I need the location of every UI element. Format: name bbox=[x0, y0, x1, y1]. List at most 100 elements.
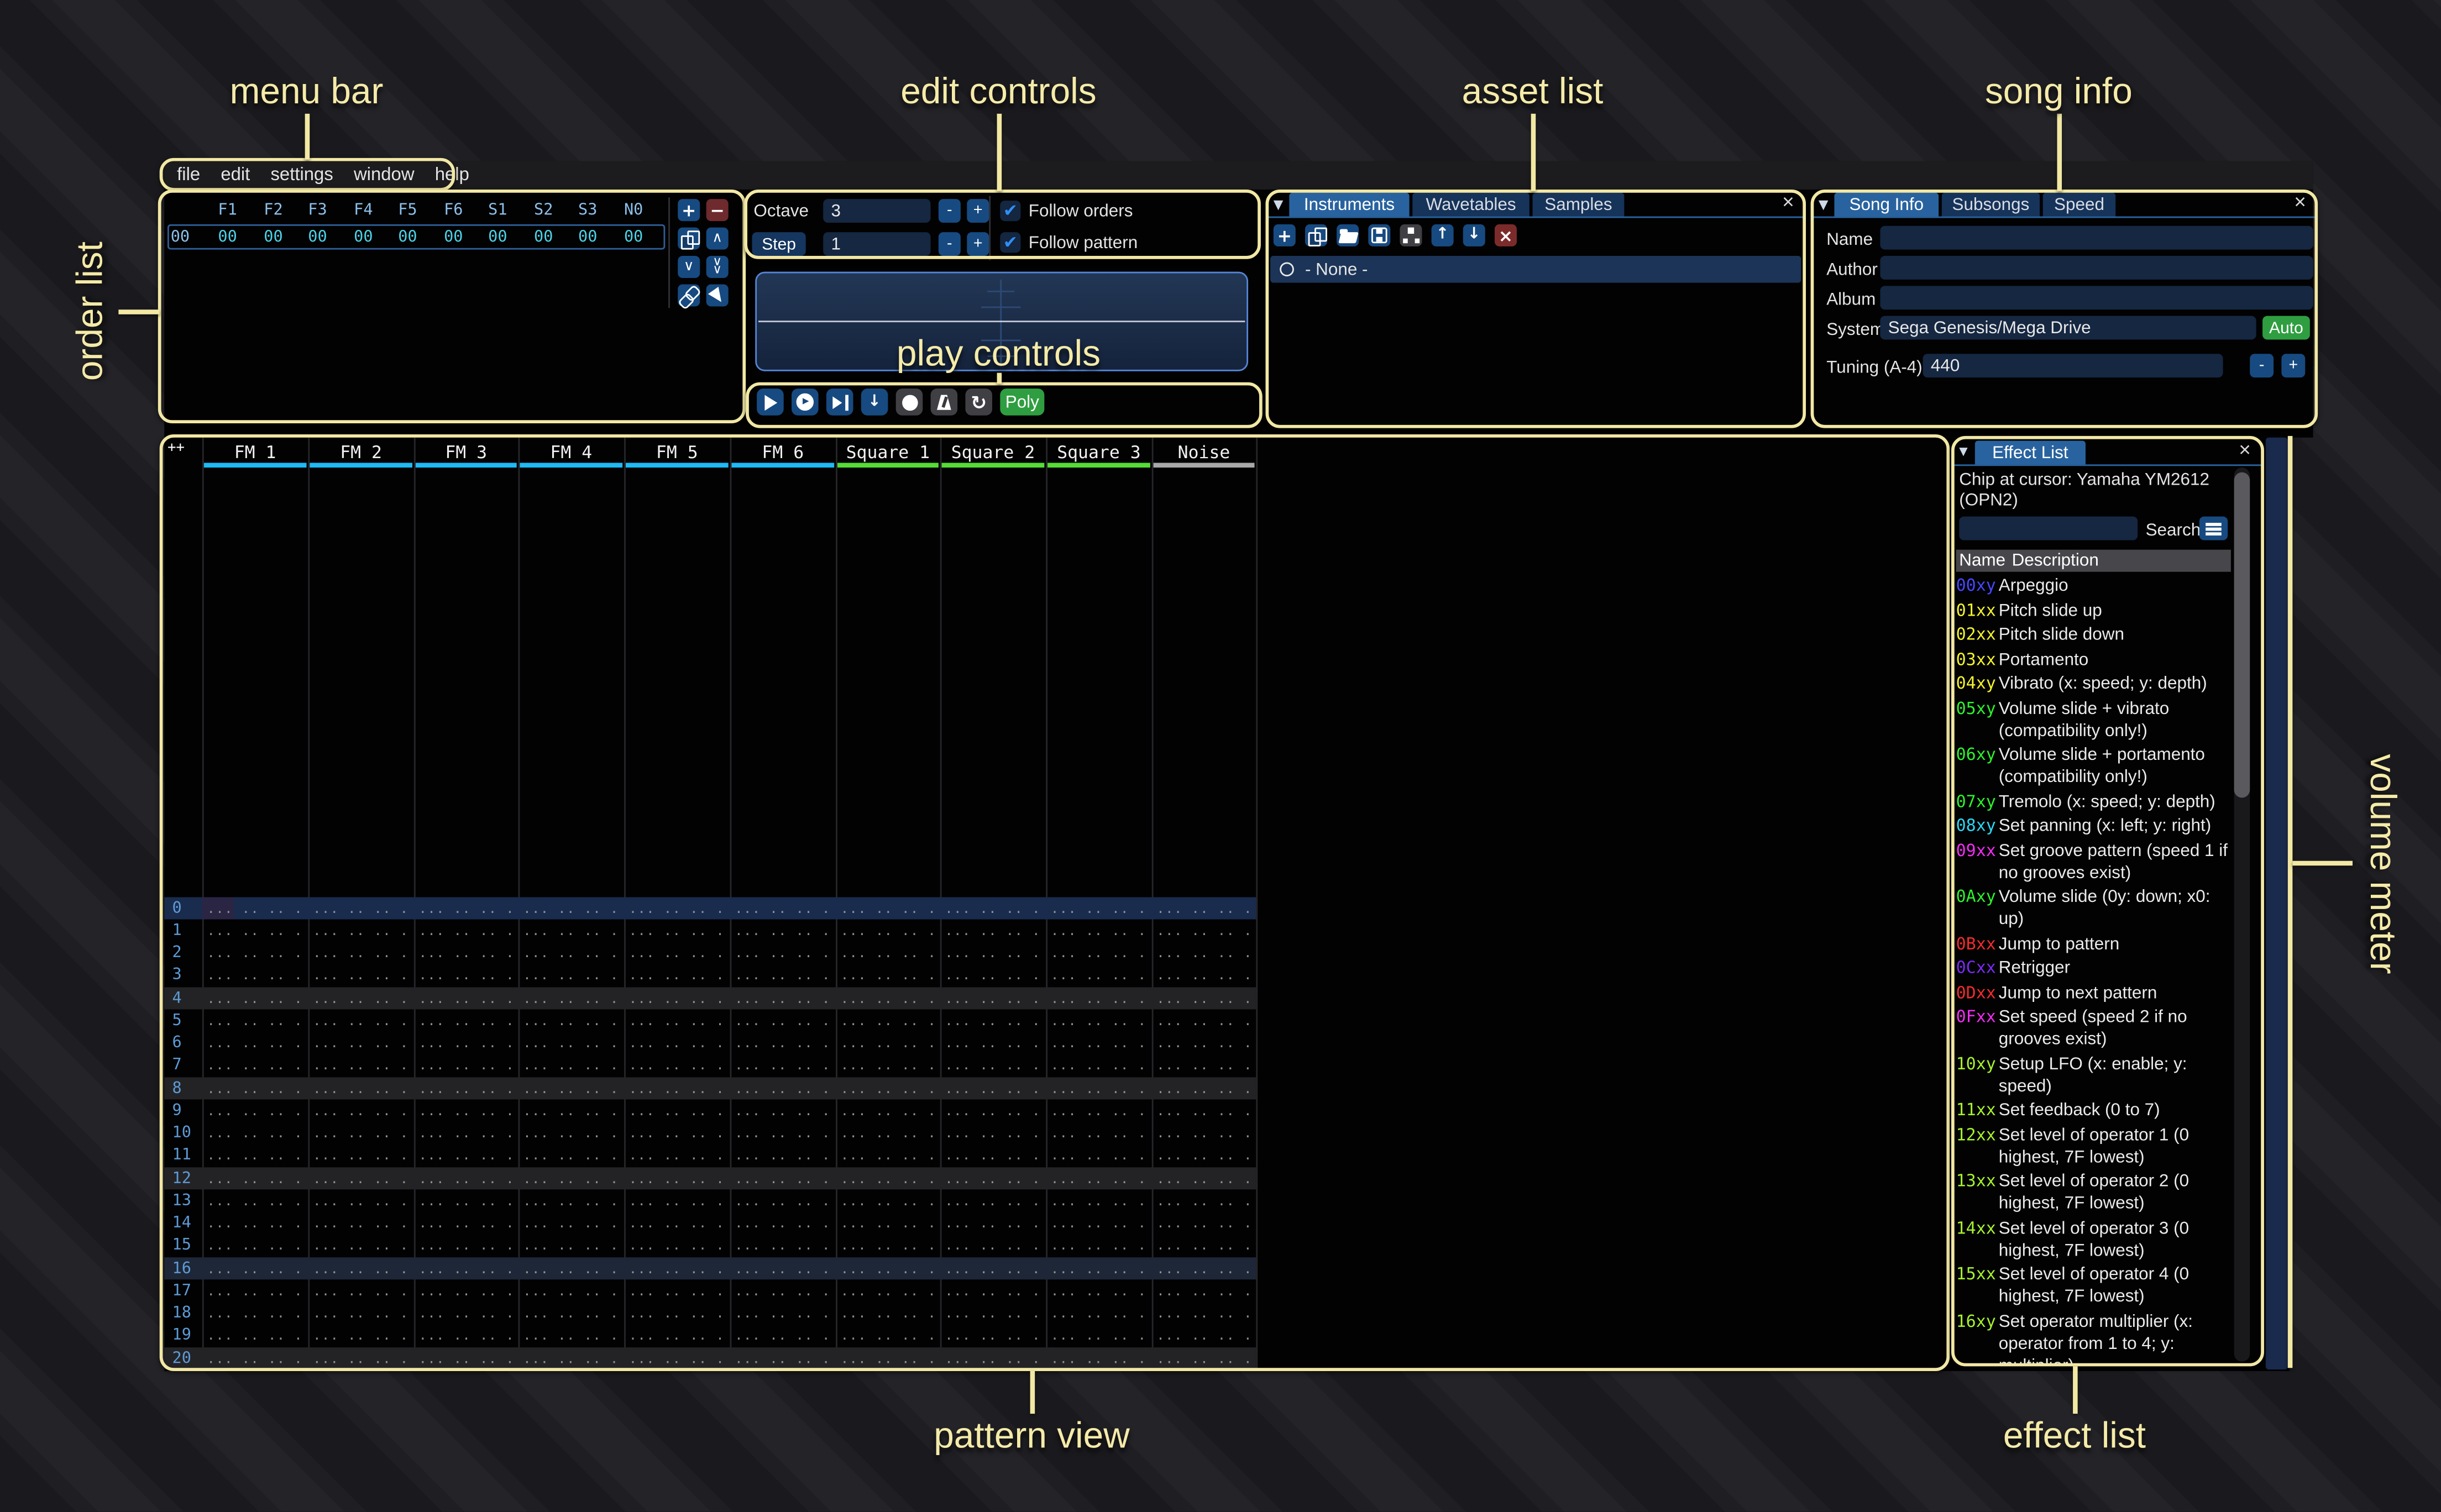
pattern-cell[interactable]: ... .. .. .. .. bbox=[313, 1059, 411, 1075]
pattern-row-number[interactable]: 16 bbox=[172, 1259, 191, 1277]
order-add-button[interactable]: + bbox=[678, 199, 700, 221]
menu-item-file[interactable]: file bbox=[177, 166, 200, 185]
tab-samples[interactable]: Samples bbox=[1533, 193, 1625, 217]
octave-decrement-button[interactable]: - bbox=[939, 199, 961, 223]
pattern-cell[interactable]: ... .. .. .. .. bbox=[523, 1329, 621, 1345]
pattern-cell[interactable]: ... .. .. .. .. bbox=[207, 1082, 305, 1098]
octave-increment-button[interactable]: + bbox=[967, 199, 989, 223]
pattern-cell[interactable]: ... .. .. .. .. bbox=[735, 1014, 832, 1030]
pattern-row-number[interactable]: 5 bbox=[172, 1012, 182, 1029]
pattern-cell[interactable]: ... .. .. .. .. bbox=[1051, 946, 1149, 962]
pattern-cell[interactable]: ... .. .. .. .. bbox=[1156, 1059, 1253, 1075]
asset-open-button[interactable] bbox=[1337, 224, 1359, 246]
pattern-cell[interactable]: ... .. .. .. .. bbox=[418, 1284, 515, 1300]
menu-item-help[interactable]: help bbox=[435, 166, 469, 185]
pattern-cell[interactable]: ... .. .. .. .. bbox=[629, 1194, 727, 1210]
play-button[interactable] bbox=[757, 389, 784, 416]
pattern-cell[interactable]: ... .. .. .. .. bbox=[629, 1126, 727, 1142]
pattern-cell[interactable]: ... .. .. .. .. bbox=[841, 1329, 937, 1345]
pattern-row-number[interactable]: 11 bbox=[172, 1147, 191, 1164]
pattern-cell[interactable]: ... .. .. .. .. bbox=[945, 1306, 1043, 1322]
effect-row[interactable]: 0AxyVolume slide (0y: down; x0: up) bbox=[1956, 886, 2234, 931]
pattern-cell[interactable]: ... .. .. .. .. bbox=[1156, 1104, 1253, 1120]
pattern-cell[interactable]: ... .. .. .. .. bbox=[735, 1082, 832, 1098]
order-cell[interactable]: 00 bbox=[344, 229, 383, 246]
tab-wavetables[interactable]: Wavetables bbox=[1412, 193, 1529, 217]
pattern-row-number[interactable]: 14 bbox=[172, 1215, 191, 1232]
pattern-cell[interactable]: ... .. .. .. .. bbox=[418, 1036, 515, 1052]
pattern-cell[interactable]: ... .. .. .. .. bbox=[523, 1104, 621, 1120]
pattern-cell[interactable]: ... .. .. .. .. bbox=[629, 1059, 727, 1075]
channel-header-fm-4[interactable]: FM 4 bbox=[518, 442, 625, 463]
order-move-up-button[interactable]: ∧ bbox=[706, 228, 729, 250]
pattern-cell[interactable]: ... .. .. .. .. bbox=[1156, 1082, 1253, 1098]
effect-row[interactable]: 12xxSet level of operator 1 (0 highest, … bbox=[1956, 1124, 2234, 1168]
asset-toggle-folders-button[interactable] bbox=[1400, 224, 1422, 246]
pattern-row-number[interactable]: 1 bbox=[172, 922, 182, 939]
collapse-icon[interactable]: ▼ bbox=[1274, 197, 1284, 212]
pattern-cell[interactable]: ... .. .. .. .. bbox=[418, 923, 515, 939]
pattern-cell[interactable]: ... .. .. .. .. bbox=[1156, 1306, 1253, 1322]
author-input[interactable] bbox=[1880, 256, 2313, 280]
pattern-cell[interactable]: ... .. .. .. .. bbox=[313, 1082, 411, 1098]
order-cell[interactable]: 00 bbox=[208, 229, 247, 246]
menu-item-window[interactable]: window bbox=[354, 166, 415, 185]
effect-row[interactable]: 0CxxRetrigger bbox=[1956, 957, 2234, 979]
effect-row[interactable]: 15xxSet level of operator 4 (0 highest, … bbox=[1956, 1264, 2234, 1308]
order-unlink-button[interactable] bbox=[678, 284, 700, 306]
pattern-cell[interactable]: ... .. .. .. .. bbox=[313, 1329, 411, 1345]
pattern-cell[interactable]: ... .. .. .. .. bbox=[523, 1216, 621, 1232]
pattern-cell[interactable]: ... .. .. .. .. bbox=[313, 1194, 411, 1210]
pattern-cell[interactable]: ... .. .. .. .. bbox=[841, 1014, 937, 1030]
effect-row[interactable]: 04xyVibrato (x: speed; y: depth) bbox=[1956, 673, 2234, 695]
order-cell[interactable]: 00 bbox=[254, 229, 292, 246]
pattern-cell[interactable]: ... .. .. .. .. bbox=[418, 1329, 515, 1345]
pattern-cell[interactable]: ... .. .. .. .. bbox=[629, 1306, 727, 1322]
pattern-cell[interactable]: ... .. .. .. .. bbox=[523, 1149, 621, 1165]
pattern-cell[interactable]: ... .. .. .. .. bbox=[207, 946, 305, 962]
pattern-cell[interactable]: ... .. .. .. .. bbox=[1156, 1014, 1253, 1030]
system-input[interactable]: Sega Genesis/Mega Drive bbox=[1880, 316, 2256, 340]
pattern-cell[interactable]: ... .. .. .. .. bbox=[313, 1239, 411, 1255]
pattern-corner[interactable]: ++ bbox=[167, 440, 185, 456]
pattern-cell[interactable]: ... .. .. .. .. bbox=[523, 1126, 621, 1142]
pattern-cell[interactable]: ... .. .. .. .. bbox=[207, 1329, 305, 1345]
asset-duplicate-button[interactable] bbox=[1305, 224, 1327, 246]
channel-header-noise[interactable]: Noise bbox=[1152, 442, 1256, 463]
effect-row[interactable]: 07xyTremolo (x: speed; y: depth) bbox=[1956, 791, 2234, 813]
order-cursor-button[interactable] bbox=[706, 284, 729, 306]
effect-row[interactable]: 0FxxSet speed (speed 2 if no grooves exi… bbox=[1956, 1006, 2234, 1051]
effect-row[interactable]: 03xxPortamento bbox=[1956, 648, 2234, 670]
pattern-row-number[interactable]: 15 bbox=[172, 1237, 191, 1254]
pattern-cell[interactable]: ... .. .. .. .. bbox=[313, 1306, 411, 1322]
pattern-row-number[interactable]: 7 bbox=[172, 1057, 182, 1074]
pattern-cell[interactable]: ... .. .. .. .. bbox=[523, 1036, 621, 1052]
pattern-cell[interactable]: ... .. .. .. .. bbox=[841, 1104, 937, 1120]
pattern-cell[interactable]: ... .. .. .. .. bbox=[207, 1126, 305, 1142]
pattern-cell[interactable]: ... .. .. .. .. bbox=[841, 1126, 937, 1142]
tuning-increment-button[interactable]: + bbox=[2281, 354, 2305, 377]
name-input[interactable] bbox=[1880, 226, 2313, 250]
tab-instruments[interactable]: Instruments bbox=[1289, 193, 1409, 217]
order-row-index[interactable]: 00 bbox=[171, 229, 190, 246]
pattern-cell[interactable]: ... .. .. .. .. bbox=[735, 1239, 832, 1255]
pattern-cell[interactable]: ... .. .. .. .. bbox=[207, 1216, 305, 1232]
pattern-cell[interactable]: ... .. .. .. .. bbox=[313, 1216, 411, 1232]
tab-subsongs[interactable]: Subsongs bbox=[1942, 193, 2040, 217]
pattern-cell[interactable]: ... .. .. .. .. bbox=[1156, 923, 1253, 939]
pattern-cell[interactable]: ... .. .. .. .. bbox=[523, 923, 621, 939]
octave-input[interactable]: 3 bbox=[823, 199, 930, 223]
pattern-cell[interactable]: ... .. .. .. .. bbox=[1051, 1216, 1149, 1232]
pattern-cell[interactable]: ... .. .. .. .. bbox=[841, 991, 937, 1007]
pattern-cell[interactable]: ... .. .. .. .. bbox=[1051, 1171, 1149, 1187]
order-cell[interactable]: 00 bbox=[434, 229, 473, 246]
channel-header-fm-2[interactable]: FM 2 bbox=[308, 442, 414, 463]
pattern-cell[interactable]: ... .. .. .. .. bbox=[735, 946, 832, 962]
pattern-cell[interactable]: ... .. .. .. .. bbox=[735, 1261, 832, 1277]
pattern-cell[interactable]: ... .. .. .. .. bbox=[1156, 1149, 1253, 1165]
pattern-row-number[interactable]: 17 bbox=[172, 1282, 191, 1299]
pattern-cell[interactable]: ... .. .. .. .. bbox=[1156, 1284, 1253, 1300]
pattern-cell[interactable]: ... .. .. .. .. bbox=[418, 1239, 515, 1255]
effect-list-menu-button[interactable] bbox=[2199, 517, 2228, 540]
tab-effect-list[interactable]: Effect List bbox=[1975, 440, 2086, 464]
